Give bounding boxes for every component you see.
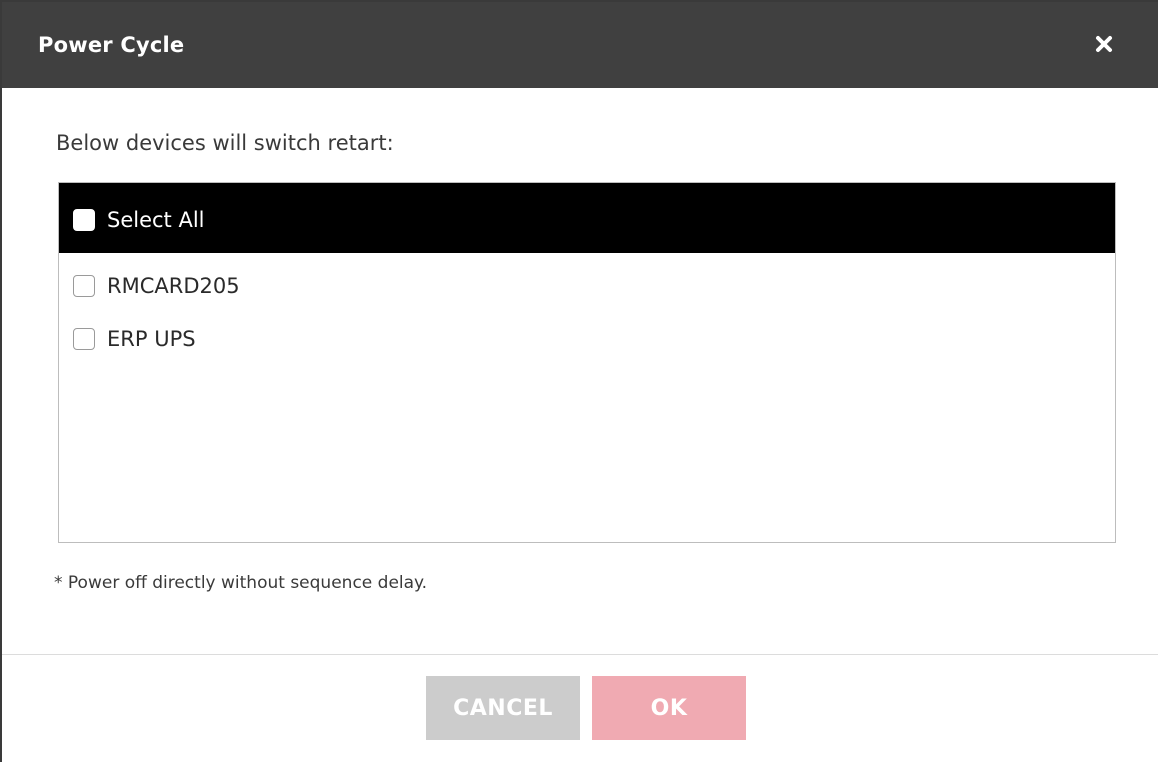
select-all-row[interactable]: Select All	[73, 205, 205, 235]
dialog-titlebar: Power Cycle	[2, 2, 1158, 88]
device-checkbox[interactable]	[73, 275, 95, 297]
ok-button[interactable]: OK	[592, 676, 746, 740]
cancel-button[interactable]: CANCEL	[426, 676, 580, 740]
close-icon	[1096, 36, 1112, 52]
sequence-note: * Power off directly without sequence de…	[54, 573, 428, 593]
device-list: Select All RMCARD205 ERP UPS	[58, 182, 1116, 543]
device-row[interactable]: RMCARD205	[73, 271, 240, 301]
device-label: RMCARD205	[107, 274, 240, 298]
footer-divider	[2, 654, 1158, 655]
dialog-title: Power Cycle	[38, 33, 185, 57]
device-checkbox[interactable]	[73, 328, 95, 350]
device-row[interactable]: ERP UPS	[73, 324, 196, 354]
intro-text: Below devices will switch retart:	[56, 131, 394, 155]
power-cycle-dialog: Power Cycle Below devices will switch re…	[0, 0, 1158, 762]
device-list-header	[59, 183, 1115, 253]
device-label: ERP UPS	[107, 327, 196, 351]
close-button[interactable]	[1092, 32, 1116, 56]
select-all-checkbox[interactable]	[73, 209, 95, 231]
select-all-label: Select All	[107, 208, 205, 232]
